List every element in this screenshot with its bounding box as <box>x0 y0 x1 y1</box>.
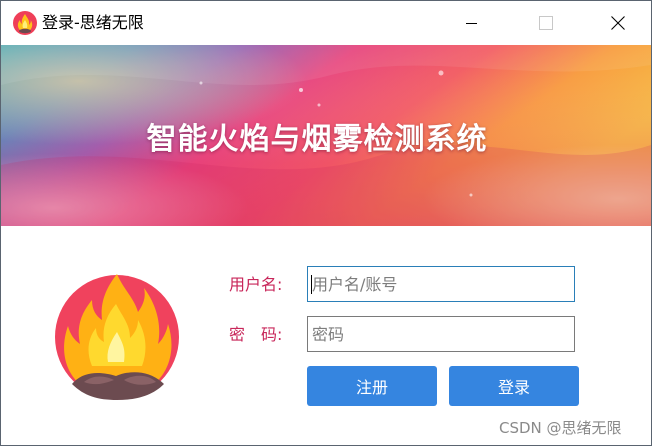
password-label: 密 码: <box>229 325 283 344</box>
login-panel: 用户名: 密 码: 注册 登录 CSDN @思绪无限 <box>1 226 651 445</box>
window-title: 登录-思绪无限 <box>42 13 144 32</box>
maximize-icon <box>539 16 553 30</box>
minimize-icon <box>466 23 477 24</box>
minimize-button[interactable] <box>449 1 495 45</box>
username-label: 用户名: <box>229 275 283 294</box>
csdn-watermark: CSDN @思绪无限 <box>499 419 622 437</box>
banner-title: 智能火焰与烟雾检测系统 <box>146 121 488 157</box>
fire-logo-icon <box>55 274 179 400</box>
register-button[interactable]: 注册 <box>307 366 437 406</box>
text-caret <box>311 275 312 294</box>
header-banner: 智能火焰与烟雾检测系统 <box>1 45 651 226</box>
login-button[interactable]: 登录 <box>449 366 579 406</box>
close-icon <box>611 16 625 30</box>
close-button[interactable] <box>595 1 641 45</box>
username-input[interactable] <box>307 266 575 302</box>
title-bar[interactable]: 登录-思绪无限 <box>1 1 651 45</box>
maximize-button[interactable] <box>523 1 569 45</box>
fire-app-icon <box>13 11 37 35</box>
password-input[interactable] <box>307 316 575 352</box>
login-window: 登录-思绪无限 智能火焰与烟雾检测系统 用户名: 用户名/账号 密 码: 注册 … <box>0 0 652 446</box>
